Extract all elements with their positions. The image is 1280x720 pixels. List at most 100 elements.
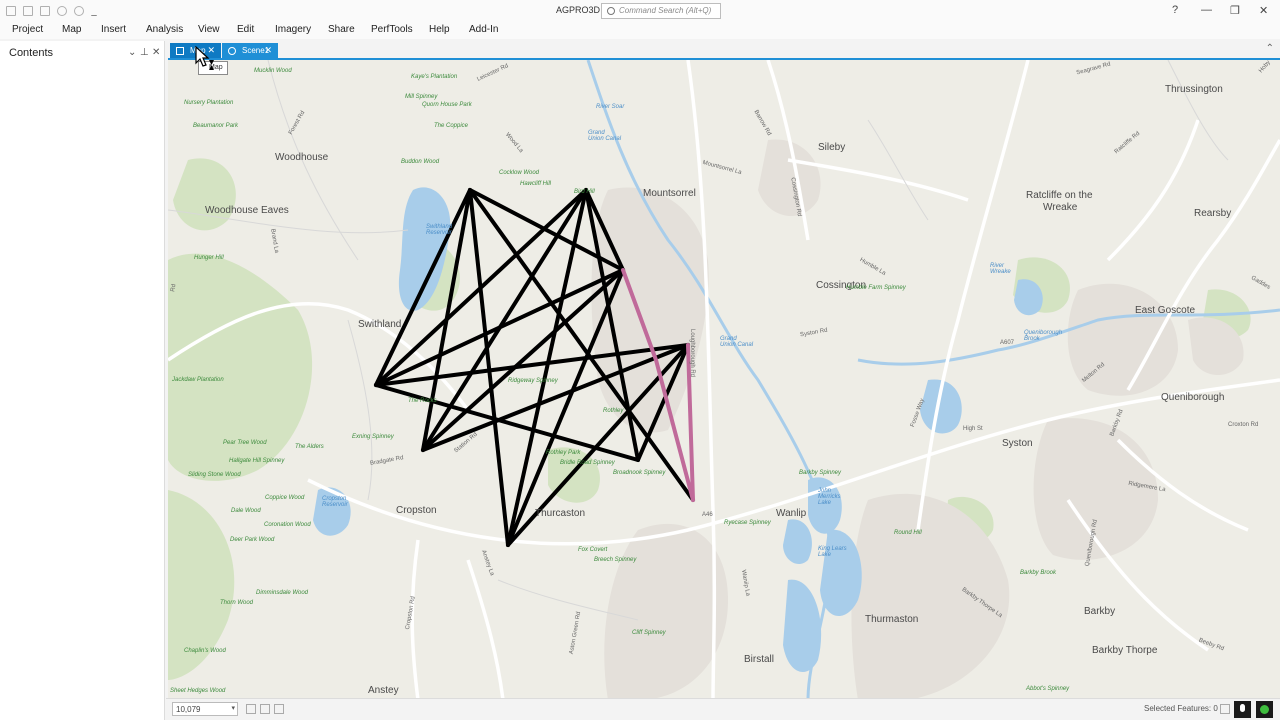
water-label: River Soar (596, 104, 625, 110)
minimize-button[interactable]: — (1201, 4, 1212, 16)
woodland-label: Chaplin's Wood (184, 648, 226, 654)
water-label: King Lears Lake (818, 546, 847, 558)
place-label: Cropston (396, 505, 437, 516)
ribbon-tab-view[interactable]: View (198, 24, 220, 35)
contents-title: Contents (9, 47, 54, 59)
water-label: Cropston Reservoir (322, 496, 348, 508)
help-button[interactable]: ? (1172, 4, 1178, 16)
coordinate-display-icon[interactable] (274, 704, 284, 714)
ribbon-tab-help[interactable]: Help (429, 24, 450, 35)
road-label: Loughborough Rd (689, 328, 696, 378)
customize-toolbar-icon[interactable] (91, 6, 97, 16)
place-label: Wanlip (776, 508, 807, 519)
basemap (168, 60, 1280, 698)
woodland-label: Jackdaw Plantation (172, 377, 224, 383)
ribbon-tab-add-in[interactable]: Add-In (469, 24, 498, 35)
close-window-button[interactable]: ✕ (1259, 4, 1268, 17)
ribbon-tab-share[interactable]: Share (328, 24, 355, 35)
place-label: Anstey (368, 685, 399, 696)
water-label: Swithland Reservoir (426, 224, 453, 236)
woodland-label: Beaumanor Park (193, 123, 239, 129)
restore-button[interactable]: ❐ (1230, 4, 1240, 17)
woodland-label: Broadnook Spinney (613, 470, 666, 476)
close-tab-scene1-icon[interactable]: ✕ (264, 45, 272, 56)
quick-access-toolbar (6, 4, 104, 17)
water-label: River Wreake (990, 263, 1011, 275)
woodland-label: Mill Spinney (405, 94, 438, 100)
pin-icon[interactable]: ⊥ (140, 47, 149, 58)
place-label: Sileby (818, 142, 846, 153)
minor-road (347, 319, 373, 501)
refresh-status-icon[interactable] (1256, 701, 1273, 718)
command-search-input[interactable]: Command Search (Alt+Q) (601, 3, 721, 19)
place-label: Rearsby (1194, 208, 1232, 219)
woodland-label: Thorn Wood (220, 600, 254, 606)
water-label: John Merricks Lake (818, 488, 841, 506)
woodland-label: Sliding Stone Wood (188, 472, 241, 478)
ribbon-tab-analysis[interactable]: Analysis (146, 24, 183, 35)
road-label: High St (963, 426, 983, 432)
woodland-label: Round Hill (894, 530, 922, 536)
woodland-label: Hallgate Hill Spinney (229, 458, 285, 464)
woodland-label: Dimminsdale Wood (256, 590, 309, 596)
mouse-cursor-icon (195, 46, 214, 70)
woodland-label: Sheet Hedges Wood (170, 688, 226, 694)
redo-icon[interactable] (74, 5, 84, 16)
built-up-area (604, 523, 728, 698)
woodland-label: Ryecase Spinney (724, 520, 771, 526)
woodland-label: Fox Covert (578, 547, 608, 553)
pause-drawing-icon[interactable] (1220, 704, 1230, 714)
place-label: Barkby (1084, 606, 1116, 617)
ribbon-tabs: Project Map Insert Analysis View Edit Im… (0, 21, 1280, 39)
map-icon (176, 47, 184, 55)
place-label: Thrussington (1165, 84, 1223, 95)
close-pane-icon[interactable]: ✕ (152, 47, 160, 58)
network-line (374, 383, 640, 462)
woodland-label: Cocklow Wood (499, 170, 540, 176)
view-tabs: Map ✕ Scene1 ✕ ⌃ (166, 41, 1280, 59)
microphone-icon[interactable] (1234, 701, 1251, 718)
woodland-label: Mucklin Wood (254, 68, 292, 74)
place-label: Ratcliffe on the (1026, 190, 1093, 201)
woodland-label: Humble Farm Spinney (846, 285, 906, 291)
minor-road (1167, 60, 1229, 161)
woodland-label: Cliff Spinney (632, 630, 666, 636)
map-scale-value: 10,079 (176, 705, 201, 714)
chevron-down-icon: ▾ (231, 705, 235, 712)
selected-features-count: Selected Features: 0 (1144, 704, 1218, 713)
woodland-label: Coronation Wood (264, 522, 311, 528)
woodland-label: Breech Spinney (594, 557, 637, 563)
woodland-label: The Alders (295, 444, 324, 450)
woodland-label: The Rocks (408, 398, 437, 404)
ribbon-tab-map[interactable]: Map (62, 24, 81, 35)
ribbon-tab-imagery[interactable]: Imagery (275, 24, 311, 35)
pane-options-icon[interactable]: ⌄ (128, 47, 136, 58)
road-label: Croxton Rd (1228, 422, 1259, 428)
new-project-icon[interactable] (6, 5, 16, 16)
lake (783, 519, 812, 565)
place-label: Mountsorrel (643, 188, 696, 199)
ribbon-tab-edit[interactable]: Edit (237, 24, 254, 35)
map-view[interactable]: Woodhouse Woodhouse Eaves Swithland Moun… (168, 58, 1280, 698)
open-project-icon[interactable] (23, 5, 33, 16)
contents-pane: Contents ⌄ ⊥ ✕ (0, 41, 165, 720)
grid-icon[interactable] (260, 704, 270, 714)
woodland-label: Abbot's Spinney (1026, 686, 1070, 692)
woodland-label: Barkby Spinney (799, 470, 842, 476)
ribbon-tab-perftools[interactable]: PerfTools (371, 24, 413, 35)
ribbon-tab-insert[interactable]: Insert (101, 24, 126, 35)
title-bar: AGPRO3D Command Search (Alt+Q) ? — ❐ ✕ (0, 0, 1280, 21)
fixed-scale-icon[interactable] (246, 704, 256, 714)
water-label: Queniborough Brook (1024, 330, 1063, 342)
tab-overflow-icon[interactable]: ⌃ (1266, 43, 1274, 54)
map-scale-dropdown[interactable]: 10,079 ▾ (172, 702, 238, 716)
save-project-icon[interactable] (40, 5, 50, 16)
search-icon (607, 7, 615, 15)
water-label: Grand Union Canal (720, 336, 754, 348)
undo-icon[interactable] (57, 5, 67, 16)
globe-icon (228, 47, 236, 55)
ribbon-tab-project[interactable]: Project (12, 24, 43, 35)
place-label: Birstall (744, 654, 775, 665)
road-fosse-way (916, 60, 1030, 531)
tab-scene1[interactable]: Scene1 ✕ (222, 43, 278, 59)
